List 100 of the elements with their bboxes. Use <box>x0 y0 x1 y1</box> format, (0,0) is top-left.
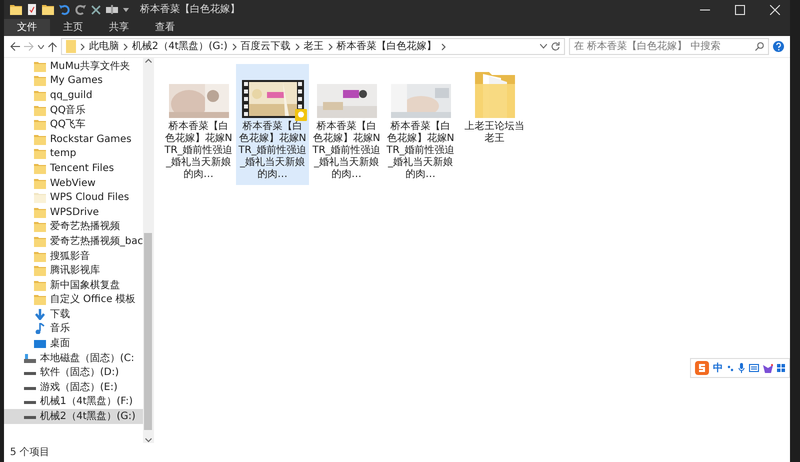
redo-icon[interactable] <box>75 4 86 15</box>
sidebar-item[interactable]: 搜狐影音 <box>4 248 143 264</box>
new-folder-icon[interactable] <box>42 4 54 15</box>
sidebar-item[interactable]: Tencent Files <box>4 161 143 176</box>
scroll-up-icon[interactable] <box>144 58 152 63</box>
sidebar-item[interactable]: 游戏（固态）(E:) <box>4 380 143 395</box>
close-icon <box>770 4 780 14</box>
file-name: 桥本香菜【白色花嫁】花嫁NTR_婚前性强迫_婚礼当天新娘的肉… <box>238 121 307 181</box>
file-name: 上老王论坛当老王 <box>464 121 526 145</box>
microphone-icon[interactable] <box>738 363 745 373</box>
properties-icon[interactable] <box>27 4 37 15</box>
chevron-icon[interactable] <box>80 42 85 50</box>
history-caret-icon[interactable] <box>540 44 547 49</box>
chevron-icon[interactable] <box>232 42 237 50</box>
folder-icon <box>34 265 46 276</box>
undo-icon[interactable] <box>59 4 70 15</box>
folder-icon <box>34 104 46 116</box>
rename-icon[interactable] <box>106 5 118 14</box>
sidebar-item[interactable]: 桌面 <box>4 336 143 351</box>
sidebar-item[interactable]: 机械2（4t黑盘）(G:) <box>4 409 143 424</box>
sidebar-item[interactable]: 自定义 Office 模板 <box>4 292 143 308</box>
chevron-icon[interactable] <box>294 42 300 50</box>
sidebar-item[interactable]: QQ飞车 <box>4 117 143 132</box>
file-item[interactable]: 桥本香菜【白色花嫁】花嫁NTR_婚前性强迫_婚礼当天新娘的肉… <box>310 64 383 185</box>
sidebar-item[interactable]: 下载 <box>4 307 143 322</box>
sidebar-item[interactable]: 爱奇艺热播视频_bac <box>4 234 143 249</box>
sidebar-item[interactable]: 爱奇艺热播视频 <box>4 220 143 234</box>
folder-icon <box>34 236 46 247</box>
breadcrumb-item[interactable]: 机械2（4t黑盘）(G:) <box>132 39 228 54</box>
ime-logo-icon <box>695 361 709 375</box>
folder-icon <box>34 294 46 306</box>
ribbon-tab[interactable]: 共享 <box>96 19 142 36</box>
drive-icon <box>24 352 36 364</box>
refresh-icon[interactable] <box>551 42 560 51</box>
sidebar-item[interactable]: 本地磁盘（固态）(C: <box>4 350 143 366</box>
file-item[interactable]: 桥本香菜【白色花嫁】花嫁NTR_婚前性强迫_婚礼当天新娘的肉… <box>384 64 457 185</box>
delete-icon[interactable] <box>91 4 101 14</box>
folder-icon <box>34 162 46 174</box>
file-item[interactable]: 上老王论坛当老王 <box>458 64 531 149</box>
breadcrumb-item[interactable]: 老王 <box>304 39 324 54</box>
file-item[interactable]: 桥本香菜【白色花嫁】花嫁NTR_婚前性强迫_婚礼当天新娘的肉… <box>236 64 309 185</box>
file-name: 桥本香菜【白色花嫁】花嫁NTR_婚前性强迫_婚礼当天新娘的肉… <box>386 121 455 181</box>
sidebar-item[interactable]: WebView <box>4 176 143 190</box>
file-name: 桥本香菜【白色花嫁】花嫁NTR_婚前性强迫_婚礼当天新娘的肉… <box>164 121 233 181</box>
toolbox-icon[interactable] <box>777 364 785 372</box>
sidebar-item[interactable]: My Games <box>4 74 143 88</box>
folder-icon <box>34 134 46 145</box>
back-arrow-icon[interactable] <box>10 42 20 51</box>
sidebar-item[interactable]: MuMu共享文件夹 <box>4 59 143 74</box>
sidebar-item[interactable]: qq_guild <box>4 88 143 103</box>
scrollbar-thumb[interactable] <box>144 232 152 430</box>
sidebar-item[interactable]: 腾讯影视库 <box>4 263 143 278</box>
sidebar-item[interactable]: temp <box>4 146 143 162</box>
desktop-icon <box>34 338 46 350</box>
keyboard-icon[interactable] <box>749 364 759 372</box>
player-badge-icon <box>294 109 306 121</box>
scrollbar[interactable] <box>143 58 153 443</box>
file-item[interactable]: 桥本香菜【白色花嫁】花嫁NTR_婚前性强迫_婚礼当天新娘的肉… <box>162 64 235 185</box>
ribbon-tab[interactable]: 文件 <box>4 19 50 36</box>
sidebar-item[interactable]: 软件（固态）(D:) <box>4 365 143 380</box>
folder-icon <box>34 192 46 204</box>
folder-icon <box>34 280 46 291</box>
file-name: 桥本香菜【白色花嫁】花嫁NTR_婚前性强迫_婚礼当天新娘的肉… <box>312 121 381 181</box>
folder-icon <box>34 206 46 218</box>
sidebar-item[interactable]: Rockstar Games <box>4 132 143 147</box>
up-arrow-icon[interactable] <box>48 42 57 52</box>
breadcrumb-item[interactable]: 此电脑 <box>89 39 119 54</box>
sidebar-item[interactable]: 机械1（4t黑盘）(F:) <box>4 394 143 410</box>
ime-toolbar[interactable]: 中 <box>690 358 790 378</box>
chevron-icon[interactable] <box>123 42 128 50</box>
punctuation-icon[interactable] <box>727 364 734 372</box>
download-arrow-icon <box>34 308 46 320</box>
skin-icon[interactable] <box>763 364 773 372</box>
folder-icon <box>34 119 46 130</box>
ribbon-tab[interactable]: 主页 <box>50 19 96 36</box>
sidebar-item[interactable]: QQ音乐 <box>4 102 143 118</box>
help-icon[interactable] <box>773 41 784 52</box>
chevron-icon[interactable] <box>328 42 333 50</box>
breadcrumb-item[interactable]: 百度云下载 <box>240 39 291 54</box>
chevron-icon[interactable] <box>440 42 446 50</box>
sidebar-item[interactable]: 新中国象棋复盘 <box>4 278 143 292</box>
item-count: 5 个项目 <box>10 446 50 460</box>
window-title: 桥本香菜【白色花嫁】 <box>140 2 240 17</box>
folder-icon <box>34 90 46 101</box>
dropdown-caret-icon[interactable] <box>123 8 129 12</box>
sidebar-item[interactable]: 音乐 <box>4 322 143 336</box>
ribbon-tab[interactable]: 查看 <box>142 19 188 36</box>
folder-icon <box>34 250 46 262</box>
sidebar-item[interactable]: WPS Cloud Files <box>4 190 143 205</box>
folder-icon <box>34 178 46 189</box>
sidebar-item[interactable]: WPSDrive <box>4 204 143 220</box>
folder-icon <box>66 40 76 53</box>
scroll-down-icon[interactable] <box>144 438 152 443</box>
recent-caret-icon[interactable] <box>38 44 44 48</box>
ime-mode[interactable]: 中 <box>713 360 723 376</box>
folder-icon <box>34 148 46 160</box>
breadcrumb-item[interactable]: 桥本香菜【白色花嫁】 <box>336 39 437 54</box>
folder-icon[interactable] <box>10 4 22 15</box>
music-note-icon <box>34 323 46 334</box>
search-field[interactable]: 在 桥本香菜【白色花嫁】 中搜索 <box>569 38 769 55</box>
